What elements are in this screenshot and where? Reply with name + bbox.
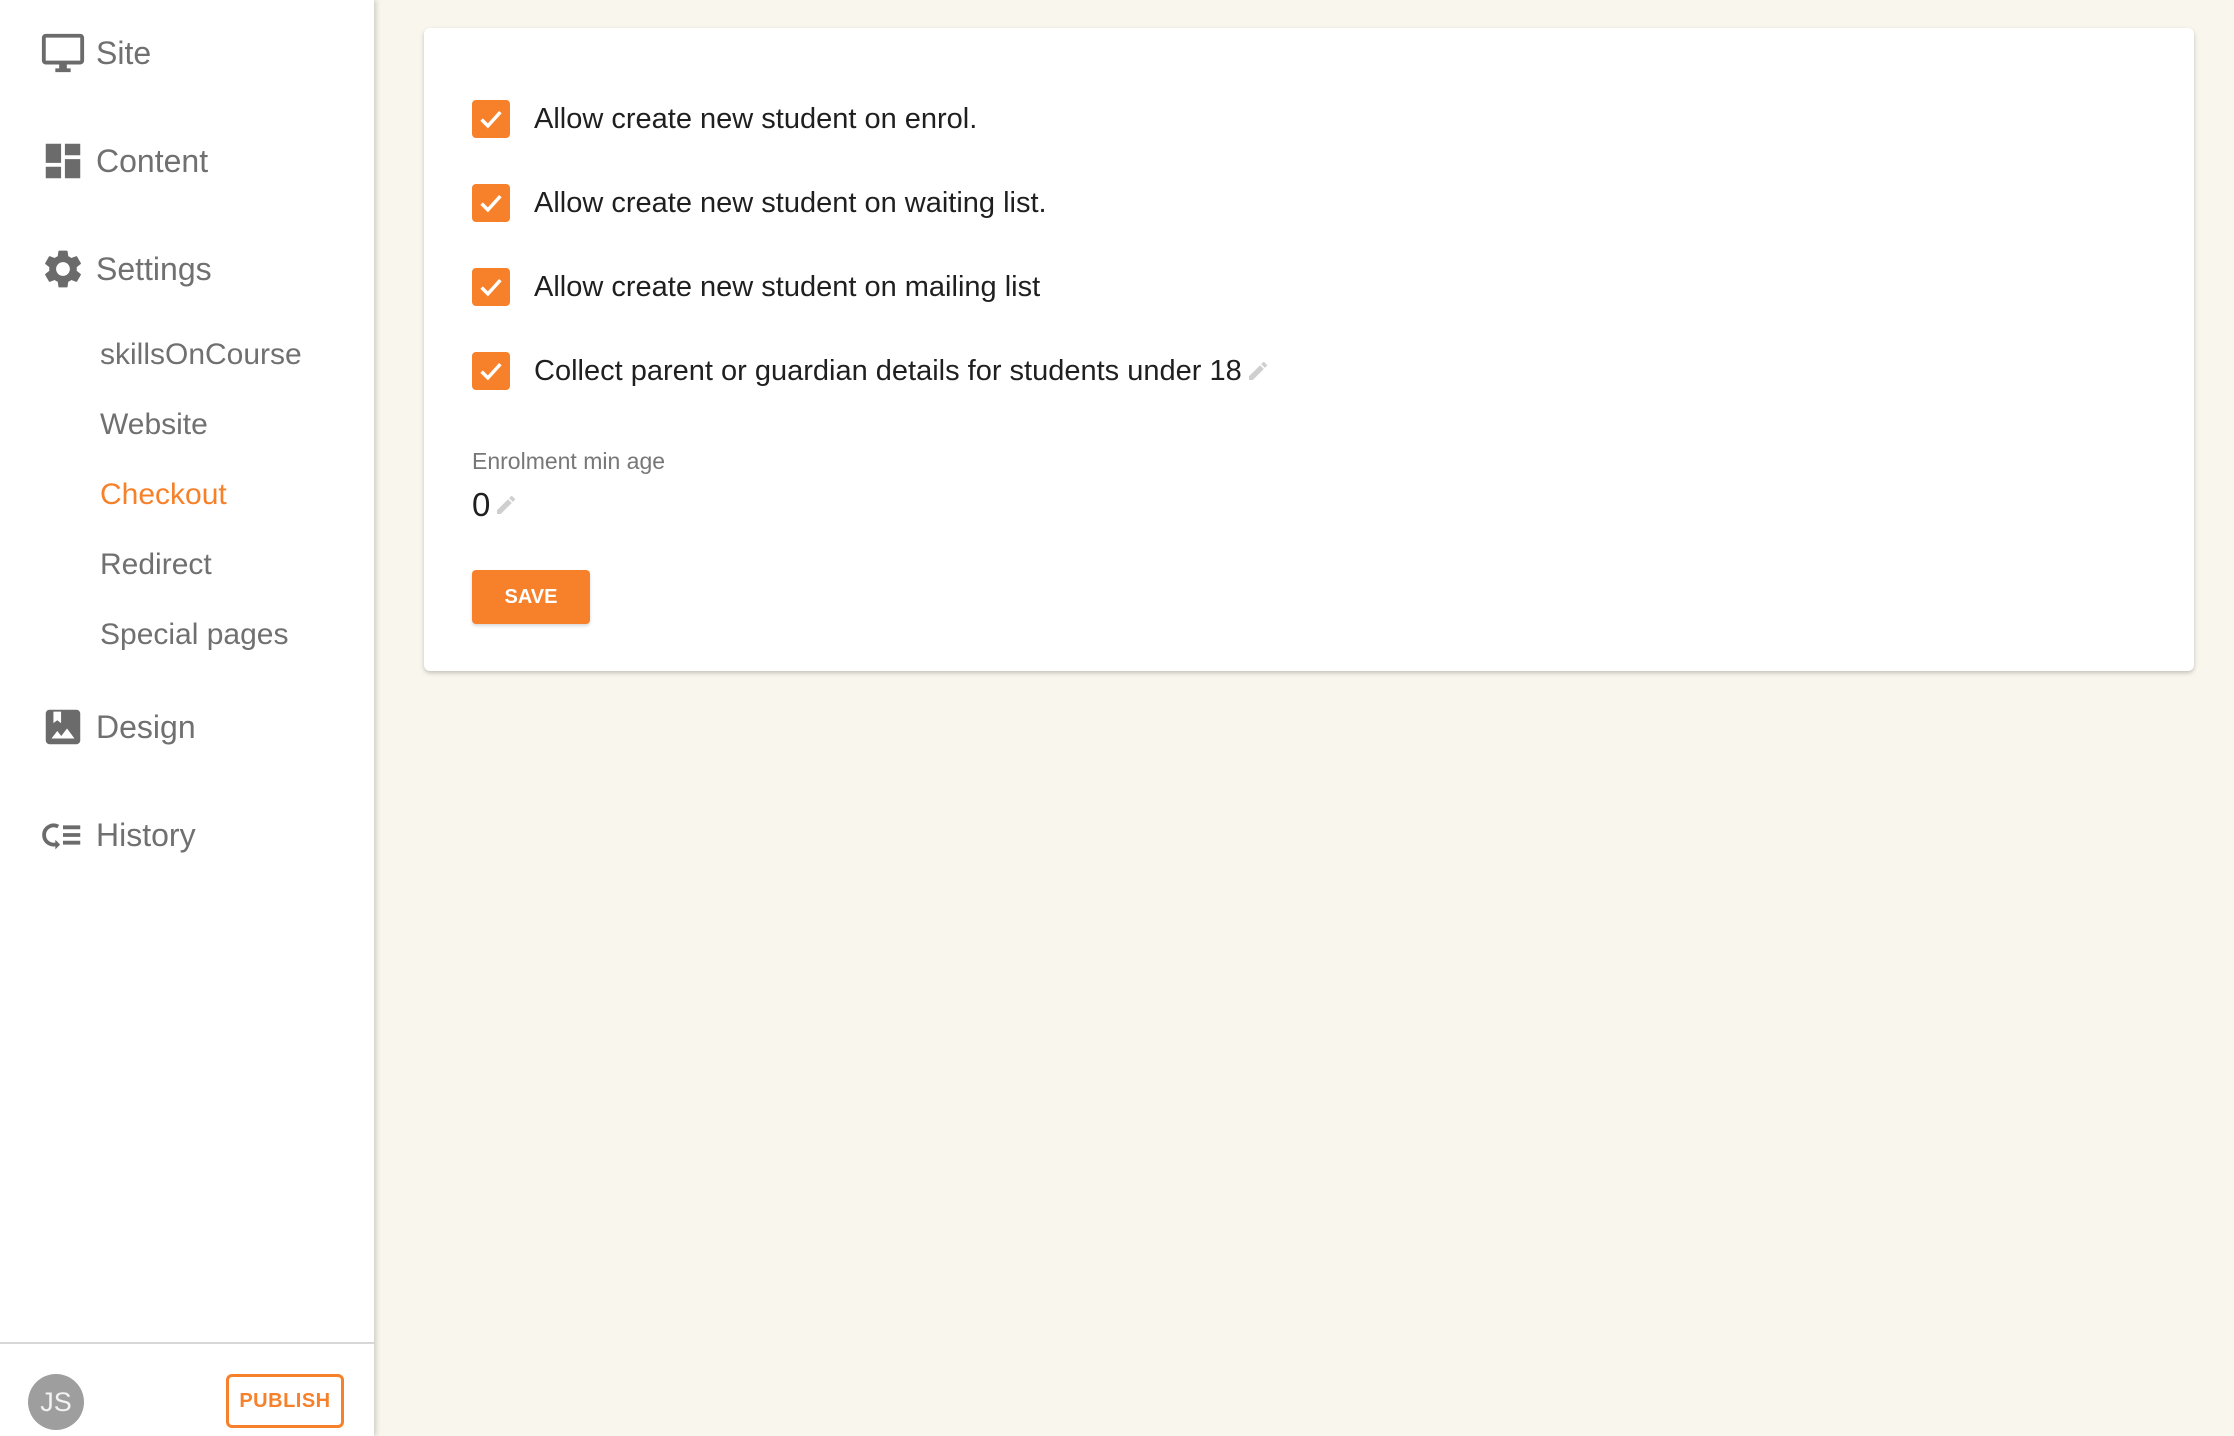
gear-icon bbox=[40, 246, 86, 292]
nav-item-history[interactable]: History bbox=[40, 808, 196, 862]
min-age-label: Enrolment min age bbox=[472, 448, 666, 474]
checkout-settings-card: Allow create new student on enrol. Allow… bbox=[424, 28, 2194, 671]
image-icon bbox=[40, 704, 86, 750]
check-icon bbox=[480, 110, 502, 129]
monitor-icon bbox=[40, 30, 86, 76]
checkbox-row-waiting-list[interactable]: Allow create new student on waiting list… bbox=[472, 184, 1047, 222]
nav-item-settings[interactable]: Settings bbox=[40, 242, 212, 296]
nav-item-design[interactable]: Design bbox=[40, 700, 196, 754]
avatar[interactable]: JS bbox=[28, 1374, 84, 1430]
sidebar: Site Content Settings skillsOnCourse Web… bbox=[0, 0, 374, 1436]
nav-label: Design bbox=[96, 708, 196, 745]
save-button[interactable]: SAVE bbox=[472, 570, 590, 624]
checkbox-label: Allow create new student on mailing list bbox=[534, 270, 1041, 303]
publish-button[interactable]: PUBLISH bbox=[226, 1374, 344, 1428]
checkbox-label[interactable]: Collect parent or guardian details for s… bbox=[534, 355, 1242, 388]
settings-sub-item-skillsoncourse[interactable]: skillsOnCourse bbox=[100, 338, 302, 372]
settings-sub-item-website[interactable]: Website bbox=[100, 408, 208, 442]
nav-label: Site bbox=[96, 34, 152, 71]
pencil-icon[interactable] bbox=[1246, 359, 1270, 383]
checkbox-label: Allow create new student on waiting list… bbox=[534, 186, 1047, 219]
history-icon bbox=[40, 812, 86, 858]
settings-sub-item-special-pages[interactable]: Special pages bbox=[100, 618, 288, 652]
check-icon bbox=[480, 194, 502, 213]
sidebar-footer: JS PUBLISH bbox=[0, 1342, 374, 1436]
settings-sub-item-checkout[interactable]: Checkout bbox=[100, 478, 227, 512]
checkbox-row-guardian-details[interactable]: Collect parent or guardian details for s… bbox=[472, 352, 1270, 390]
settings-sub-item-redirect[interactable]: Redirect bbox=[100, 548, 212, 582]
checkbox-row-enrol[interactable]: Allow create new student on enrol. bbox=[472, 100, 977, 138]
checkbox-row-mailing-list[interactable]: Allow create new student on mailing list bbox=[472, 268, 1040, 306]
checkbox-label: Allow create new student on enrol. bbox=[534, 102, 978, 135]
nav-item-site[interactable]: Site bbox=[40, 26, 151, 80]
nav-label: History bbox=[96, 816, 196, 853]
min-age-value[interactable]: 0 bbox=[472, 486, 490, 524]
checkbox-checked[interactable] bbox=[472, 100, 510, 138]
checkbox-checked[interactable] bbox=[472, 184, 510, 222]
pencil-icon[interactable] bbox=[494, 493, 518, 517]
checkbox-checked[interactable] bbox=[472, 352, 510, 390]
check-icon bbox=[480, 278, 502, 297]
nav-label: Settings bbox=[96, 250, 212, 287]
min-age-field[interactable]: 0 bbox=[472, 486, 518, 524]
dashboard-icon bbox=[40, 138, 86, 184]
check-icon bbox=[480, 362, 502, 381]
nav-item-content[interactable]: Content bbox=[40, 134, 208, 188]
checkbox-checked[interactable] bbox=[472, 268, 510, 306]
nav-label: Content bbox=[96, 142, 209, 179]
